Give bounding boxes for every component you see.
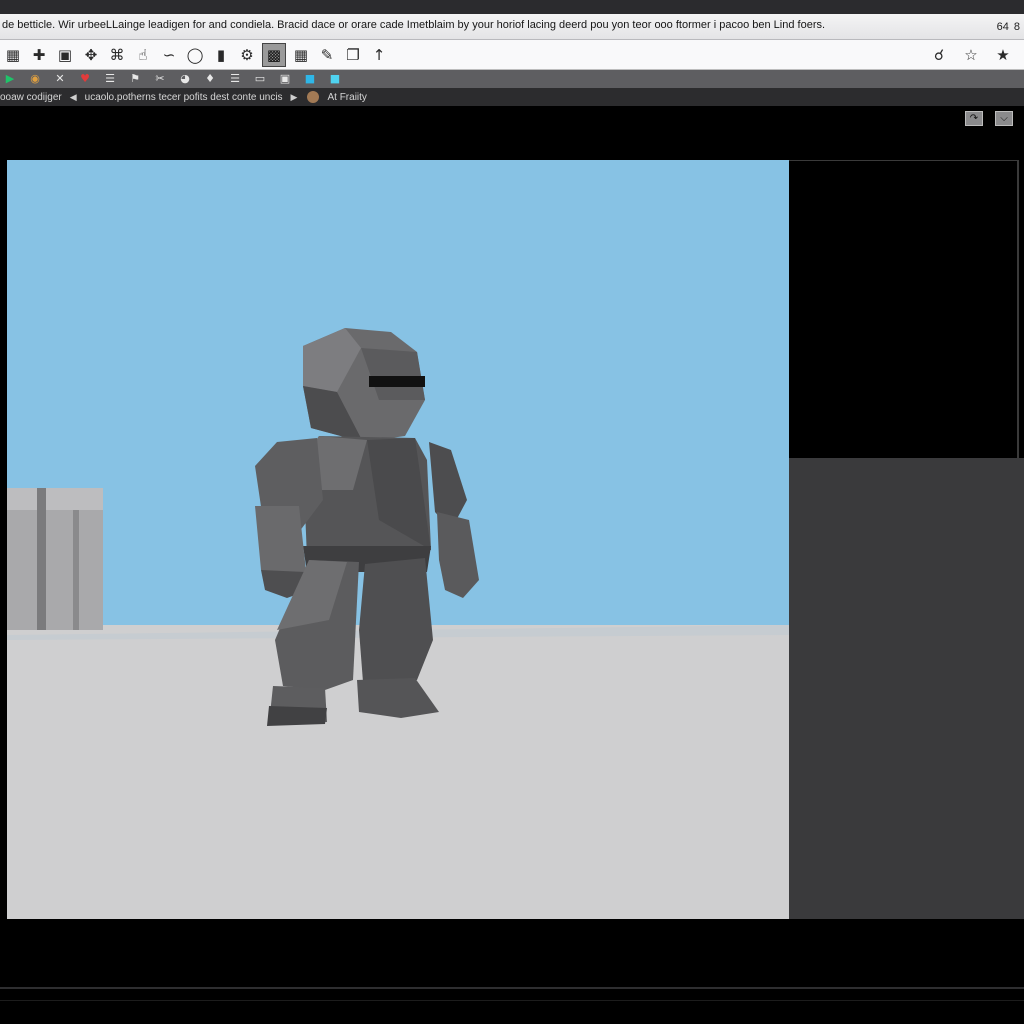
paint-icon[interactable]: ✎ [316, 44, 338, 66]
breadcrumb-separator-icon: ▶ [290, 91, 298, 102]
keyframe-icon[interactable]: ♦ [202, 72, 218, 86]
breadcrumb-separator-icon: ◀ [69, 91, 77, 102]
curve-icon[interactable]: ∽ [158, 44, 180, 66]
green-play-icon[interactable]: ▶ [2, 72, 18, 86]
breadcrumb-segment[interactable]: ucaolo.potherns tecer pofits dest conte … [85, 92, 283, 103]
secondary-toolbar: ▶ ◉ ✕ ♥ ☰ ⚑ ✂ ◕ ♦ ☰ ▭ ▣ ■ ■ [0, 70, 1024, 88]
viewport-toggle-icon[interactable]: ↷ [965, 111, 983, 126]
gear-icon[interactable]: ⚙ [236, 44, 258, 66]
cyan-cube-icon[interactable]: ■ [302, 72, 318, 86]
pin-tool-icon[interactable]: ☌ [928, 44, 950, 66]
aqua-cube-icon[interactable]: ■ [327, 72, 343, 86]
mesh-icon[interactable]: ▦ [290, 44, 312, 66]
x-icon[interactable]: ✕ [52, 72, 68, 86]
copy-icon[interactable]: ❐ [342, 44, 364, 66]
window-title: de betticle. Wir urbeeLLainge leadigen f… [2, 19, 826, 31]
cube-icon[interactable]: ▣ [277, 72, 293, 86]
star-outline-icon[interactable]: ★ [992, 44, 1014, 66]
heart-icon[interactable]: ♥ [77, 72, 93, 86]
window-top-strip [0, 0, 1024, 14]
hand-icon[interactable]: ☝ [132, 44, 154, 66]
star-icon[interactable]: ☆ [960, 44, 982, 66]
title-bar: de betticle. Wir urbeeLLainge leadigen f… [0, 14, 1024, 40]
crate-object [7, 488, 103, 630]
timeline-divider [0, 987, 1024, 989]
histogram-icon[interactable]: ▮ [210, 44, 232, 66]
cylinder-icon[interactable]: ◯ [184, 44, 206, 66]
breadcrumb-segment[interactable]: At Fraiity [327, 92, 366, 103]
status-divider [0, 1000, 1024, 1001]
properties-panel [789, 160, 1019, 458]
flag-icon[interactable]: ⚑ [127, 72, 143, 86]
window-control-icon[interactable]: 8 [1014, 21, 1020, 33]
layers-icon[interactable]: ☰ [227, 72, 243, 86]
outliner-panel [789, 458, 1024, 919]
monitor-icon[interactable]: ▩ [262, 42, 286, 67]
breadcrumb: ooaw codijger ◀ ucaolo.potherns tecer po… [0, 88, 1024, 106]
grid-icon[interactable]: ▦ [2, 44, 24, 66]
palette-icon[interactable]: ◕ [177, 72, 193, 86]
settings-icon[interactable]: ⌘ [106, 44, 128, 66]
3d-viewport[interactable] [7, 160, 789, 919]
box-icon[interactable]: ▭ [252, 72, 268, 86]
character-avatar-icon [307, 91, 320, 103]
text-icon[interactable]: ☰ [102, 72, 118, 86]
screen-icon[interactable]: ▣ [54, 44, 76, 66]
title-bar-controls[interactable]: 64 8 [997, 19, 1020, 35]
viewport-menu-icon[interactable]: ⌵ [995, 111, 1013, 126]
toolbar-right-group: ☌ ☆ ★ [928, 44, 1018, 66]
move-icon[interactable]: ✥ [80, 44, 102, 66]
main-toolbar: ▦ ✚ ▣ ✥ ⌘ ☝ ∽ ◯ ▮ ⚙ ▩ ▦ ✎ ❐ ↑ [0, 40, 1024, 70]
globe-icon[interactable]: ◉ [27, 72, 43, 86]
window-control-icon[interactable]: 64 [997, 21, 1009, 33]
scene-render [7, 160, 789, 919]
plus-icon[interactable]: ✚ [28, 44, 50, 66]
scissors-icon[interactable]: ✂ [152, 72, 168, 86]
pin-icon[interactable]: ↑ [368, 44, 390, 66]
breadcrumb-segment[interactable]: ooaw codijger [0, 92, 62, 103]
